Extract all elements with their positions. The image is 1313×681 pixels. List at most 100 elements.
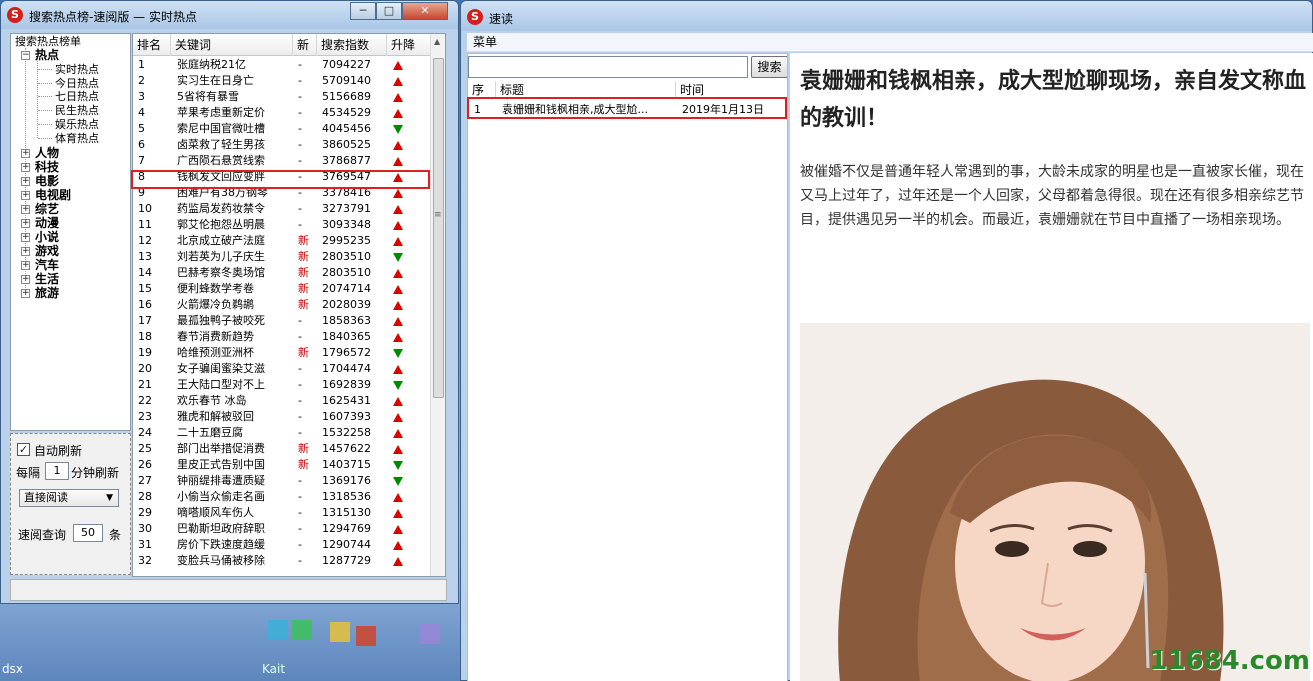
table-row[interactable]: 1 张庭纳税21亿 - 7094227 <box>133 57 431 73</box>
close-button[interactable]: ✕ <box>402 2 448 20</box>
tree-item-today[interactable]: 今日热点 <box>55 77 99 90</box>
tree-item-entertainment[interactable]: 娱乐热点 <box>55 118 99 131</box>
desktop-icon[interactable] <box>356 626 376 646</box>
tree-item-life[interactable]: 生活 <box>35 273 59 286</box>
minimize-button[interactable]: ─ <box>350 2 376 20</box>
table-row[interactable]: 10 药监局发药妆禁令 - 3273791 <box>133 201 431 217</box>
expand-icon[interactable]: + <box>21 149 30 158</box>
auto-refresh-checkbox[interactable]: ✓ <box>17 443 30 456</box>
scroll-up-icon[interactable]: ▲ <box>434 37 440 46</box>
status-bar <box>10 579 447 601</box>
expand-icon[interactable]: + <box>21 275 30 284</box>
table-row[interactable]: 14 巴赫考察冬奥场馆 新 2803510 <box>133 265 431 281</box>
expand-icon[interactable]: + <box>21 233 30 242</box>
col-keyword-header[interactable]: 关键词 <box>171 34 293 56</box>
read-mode-select[interactable]: 直接阅读 ▼ <box>19 489 119 507</box>
table-row[interactable]: 24 二十五磨豆腐 - 1532258 <box>133 425 431 441</box>
expand-icon[interactable]: + <box>21 261 30 270</box>
desktop-icon[interactable] <box>268 620 288 640</box>
speed-read-window: S 速读 菜单 搜索 序 标题 时间 1 袁姗姗和钱枫相亲,成大型尬... 20… <box>460 0 1313 681</box>
table-row[interactable]: 30 巴勒斯坦政府辞职 - 1294769 <box>133 521 431 537</box>
tree-item-tv[interactable]: 电视剧 <box>35 189 71 202</box>
tree-item-movie[interactable]: 电影 <box>35 175 59 188</box>
menu-bar: 菜单 <box>467 33 1313 52</box>
tree-item-people[interactable]: 人物 <box>35 147 59 160</box>
refresh-interval-input[interactable]: 1 <box>45 462 69 480</box>
table-row[interactable]: 4 苹果考虑重新定价 - 4534529 <box>133 105 431 121</box>
col-index-header[interactable]: 搜索指数 <box>317 34 387 56</box>
tree-item-7day[interactable]: 七日热点 <box>55 90 99 103</box>
arrow-up-icon <box>393 525 403 534</box>
index-cell: 1692839 <box>322 378 371 391</box>
query-count-input[interactable]: 50 <box>73 524 103 542</box>
expand-icon[interactable]: + <box>21 163 30 172</box>
search-input[interactable] <box>468 56 748 78</box>
title-bar[interactable]: S 搜索热点榜-速阅版 — 实时热点 ─ □ ✕ <box>1 1 458 29</box>
col-rank-header[interactable]: 排名 <box>133 34 171 56</box>
index-cell: 1287729 <box>322 554 371 567</box>
collapse-icon[interactable]: − <box>21 51 30 60</box>
col-time-header[interactable]: 时间 <box>676 81 787 99</box>
col-change-header[interactable]: 升降 <box>387 34 431 56</box>
expand-icon[interactable]: + <box>21 289 30 298</box>
table-row[interactable]: 32 变脸兵马俑被移除 - 1287729 <box>133 553 431 569</box>
expand-icon[interactable]: + <box>21 247 30 256</box>
tree-root[interactable]: 搜索热点榜单 <box>15 35 81 48</box>
table-row[interactable]: 12 北京成立破产法庭 新 2995235 <box>133 233 431 249</box>
tree-item-hot[interactable]: 热点 <box>35 49 59 62</box>
table-row[interactable]: 19 哈维预测亚洲杯 新 1796572 <box>133 345 431 361</box>
table-row[interactable]: 11 郭艾伦抱怨丛明晨 - 3093348 <box>133 217 431 233</box>
tree-item-novel[interactable]: 小说 <box>35 231 59 244</box>
expand-icon[interactable]: + <box>21 177 30 186</box>
table-row[interactable]: 26 里皮正式告别中国 新 1403715 <box>133 457 431 473</box>
expand-icon[interactable]: + <box>21 219 30 228</box>
table-row[interactable]: 29 嘀嗒顺风车伤人 - 1315130 <box>133 505 431 521</box>
tree-item-anime[interactable]: 动漫 <box>35 217 59 230</box>
table-row[interactable]: 22 欢乐春节 冰岛 - 1625431 <box>133 393 431 409</box>
table-row[interactable]: 25 部门出举措促消费 新 1457622 <box>133 441 431 457</box>
table-row[interactable]: 3 5省将有暴雪 - 5156689 <box>133 89 431 105</box>
table-row[interactable]: 18 春节消费新趋势 - 1840365 <box>133 329 431 345</box>
tree-item-sports[interactable]: 体育热点 <box>55 132 99 145</box>
vertical-scrollbar[interactable]: ▲ ≡ <box>430 34 445 576</box>
table-row[interactable]: 23 雅虎和解被驳回 - 1607393 <box>133 409 431 425</box>
table-row[interactable]: 16 火箭爆冷负鹈鹕 新 2028039 <box>133 297 431 313</box>
col-new-header[interactable]: 新 <box>293 34 317 56</box>
new-cell: - <box>298 138 302 151</box>
tree-item-travel[interactable]: 旅游 <box>35 287 59 300</box>
title-bar[interactable]: S 速读 <box>461 1 1312 31</box>
tree-item-livelihood[interactable]: 民生热点 <box>55 104 99 117</box>
tree-item-tech[interactable]: 科技 <box>35 161 59 174</box>
desktop-icon[interactable] <box>420 624 440 644</box>
menu-item[interactable]: 菜单 <box>473 33 497 51</box>
table-row[interactable]: 21 王大陆口型对不上 - 1692839 <box>133 377 431 393</box>
table-row[interactable]: 20 女子骗闺蜜染艾滋 - 1704474 <box>133 361 431 377</box>
table-row[interactable]: 31 房价下跌速度趋缓 - 1290744 <box>133 537 431 553</box>
table-row[interactable]: 28 小偷当众偷走名画 - 1318536 <box>133 489 431 505</box>
table-row[interactable]: 7 广西陨石悬赏线索 - 3786877 <box>133 153 431 169</box>
desktop-icon[interactable] <box>330 622 350 642</box>
table-row[interactable]: 8 钱枫发文回应变胖 - 3769547 <box>133 169 431 185</box>
table-row[interactable]: 17 最孤独鸭子被咬死 - 1858363 <box>133 313 431 329</box>
col-title-header[interactable]: 标题 <box>496 81 676 99</box>
table-row[interactable]: 2 实习生在日身亡 - 5709140 <box>133 73 431 89</box>
tree-item-realtime[interactable]: 实时热点 <box>55 63 99 76</box>
tree-item-game[interactable]: 游戏 <box>35 245 59 258</box>
index-cell: 1290744 <box>322 538 371 551</box>
expand-icon[interactable]: + <box>21 205 30 214</box>
table-row[interactable]: 5 索尼中国官微吐槽 - 4045456 <box>133 121 431 137</box>
scroll-thumb[interactable] <box>433 58 444 398</box>
table-row[interactable]: 27 钟丽缇排毒遭质疑 - 1369176 <box>133 473 431 489</box>
list-item[interactable]: 1 袁姗姗和钱枫相亲,成大型尬... 2019年1月13日 <box>468 102 787 118</box>
tree-item-car[interactable]: 汽车 <box>35 259 59 272</box>
desktop-icon[interactable] <box>292 620 312 640</box>
table-row[interactable]: 15 便利蜂数学考卷 新 2074714 <box>133 281 431 297</box>
table-row[interactable]: 6 卤菜救了轻生男孩 - 3860525 <box>133 137 431 153</box>
expand-icon[interactable]: + <box>21 191 30 200</box>
maximize-button[interactable]: □ <box>376 2 402 20</box>
tree-item-variety[interactable]: 综艺 <box>35 203 59 216</box>
table-row[interactable]: 13 刘若英为儿子庆生 新 2803510 <box>133 249 431 265</box>
search-button[interactable]: 搜索 <box>751 56 787 78</box>
col-seq-header[interactable]: 序 <box>468 81 496 99</box>
table-row[interactable]: 9 困难户有38万钢琴 - 3378416 <box>133 185 431 201</box>
